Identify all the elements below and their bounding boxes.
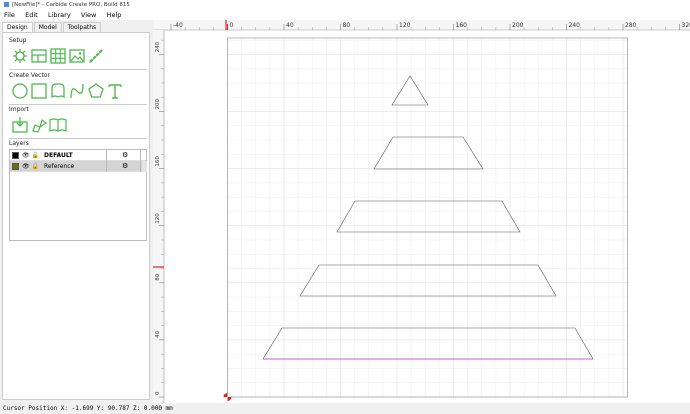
circle-icon[interactable] bbox=[11, 82, 29, 100]
gear-settings-icon[interactable] bbox=[11, 47, 29, 65]
x-tick-label: 80 bbox=[343, 22, 351, 29]
menu-edit[interactable]: Edit bbox=[21, 10, 42, 20]
menu-help[interactable]: Help bbox=[103, 10, 126, 20]
divider bbox=[106, 150, 107, 161]
divider bbox=[140, 150, 141, 161]
window-title: [NewFile]* - Carbide Create PRO, Build 8… bbox=[12, 2, 130, 8]
polygon-icon[interactable] bbox=[87, 82, 105, 100]
divider bbox=[9, 69, 147, 70]
eye-icon[interactable]: 👁 bbox=[22, 152, 30, 159]
x-tick-label: -40 bbox=[173, 22, 183, 29]
cursor-position: Cursor Position X: -1.699 Y: 90.787 Z: 0… bbox=[3, 405, 173, 412]
x-tick-label: 120 bbox=[399, 22, 411, 29]
lock-icon[interactable]: 🔓 bbox=[32, 163, 39, 170]
scrollbar[interactable] bbox=[142, 161, 147, 172]
app-icon bbox=[4, 2, 9, 7]
menu-view[interactable]: View bbox=[77, 10, 100, 20]
library-book-icon[interactable] bbox=[49, 116, 67, 134]
layer-name: Reference bbox=[44, 162, 75, 170]
design-canvas[interactable]: -40 0 40 80 120 160 200 240 280 320 240 200 160 120 8… bbox=[153, 20, 690, 403]
curve-icon[interactable] bbox=[68, 82, 86, 100]
measure-icon[interactable] bbox=[87, 47, 105, 65]
x-tick-label: 280 bbox=[625, 22, 637, 29]
status-bar: Cursor Position X: -1.699 Y: 90.787 Z: 0… bbox=[0, 403, 690, 414]
import-vector-icon[interactable] bbox=[30, 116, 48, 134]
gear-icon[interactable]: ⚙ bbox=[122, 162, 128, 170]
layer-name: DEFAULT bbox=[44, 151, 73, 159]
setup-heading: Setup bbox=[9, 37, 27, 44]
shape-icon[interactable] bbox=[49, 82, 67, 100]
x-tick-label: 160 bbox=[456, 22, 468, 29]
text-icon[interactable] bbox=[106, 82, 124, 100]
design-panel: Setup Create Vector Import Layers 👁 🔓 DE… bbox=[2, 32, 150, 400]
divider bbox=[140, 161, 141, 172]
layout-icon[interactable] bbox=[30, 47, 48, 65]
create-vector-tools bbox=[11, 82, 125, 100]
origin-marker-icon bbox=[223, 393, 232, 401]
menu-bar: File Edit Library View Help bbox=[0, 10, 690, 20]
y-tick-label: 120 bbox=[155, 213, 161, 224]
setup-tools bbox=[11, 47, 106, 65]
x-tick-label: 320 bbox=[682, 22, 690, 29]
tab-model[interactable]: Model bbox=[33, 22, 62, 32]
gear-icon[interactable]: ⚙ bbox=[122, 151, 128, 159]
lock-icon[interactable]: 🔓 bbox=[32, 152, 39, 159]
x-tick-label: 240 bbox=[569, 22, 581, 29]
eye-hidden-icon[interactable]: 👁 bbox=[22, 163, 30, 170]
y-tick-label: 0 bbox=[155, 391, 161, 395]
divider bbox=[9, 104, 147, 105]
divider bbox=[9, 138, 147, 139]
y-tick-label: 40 bbox=[155, 330, 161, 337]
y-tick-label: 240 bbox=[155, 41, 161, 52]
menu-library[interactable]: Library bbox=[44, 10, 75, 20]
x-tick-label: 40 bbox=[286, 22, 294, 29]
import-heading: Import bbox=[9, 106, 29, 113]
layers-list: 👁 🔓 DEFAULT ⚙ 👁 🔓 Reference ⚙ bbox=[9, 149, 147, 241]
rectangle-icon[interactable] bbox=[30, 82, 48, 100]
divider bbox=[106, 161, 107, 172]
top-ruler bbox=[153, 20, 690, 30]
import-file-icon[interactable] bbox=[11, 116, 29, 134]
layer-color-swatch[interactable] bbox=[12, 162, 19, 170]
x-tick-label: 0 bbox=[230, 22, 234, 29]
y-tick-label: 80 bbox=[155, 273, 161, 280]
import-tools bbox=[11, 116, 68, 134]
y-tick-label: 160 bbox=[155, 156, 161, 167]
tab-design[interactable]: Design bbox=[2, 22, 33, 32]
layer-row-default[interactable]: 👁 🔓 DEFAULT ⚙ bbox=[10, 150, 146, 161]
menu-file[interactable]: File bbox=[0, 10, 19, 20]
layer-row-reference[interactable]: 👁 🔓 Reference ⚙ bbox=[10, 161, 147, 172]
image-icon[interactable] bbox=[68, 47, 86, 65]
layer-color-swatch[interactable] bbox=[12, 151, 19, 159]
title-bar: [NewFile]* - Carbide Create PRO, Build 8… bbox=[0, 0, 690, 10]
create-vector-heading: Create Vector bbox=[9, 72, 50, 79]
tab-bar: Design Model Toolpaths bbox=[2, 22, 102, 32]
left-panel: Design Model Toolpaths Setup Create Vect… bbox=[0, 20, 153, 403]
canvas-svg[interactable]: -40 0 40 80 120 160 200 240 280 320 240 200 160 120 8… bbox=[153, 20, 690, 403]
y-tick-label: 200 bbox=[155, 99, 161, 110]
layers-heading: Layers bbox=[9, 140, 29, 147]
grid-icon[interactable] bbox=[49, 47, 67, 65]
x-tick-label: 200 bbox=[512, 22, 524, 29]
tab-toolpaths[interactable]: Toolpaths bbox=[62, 22, 102, 32]
